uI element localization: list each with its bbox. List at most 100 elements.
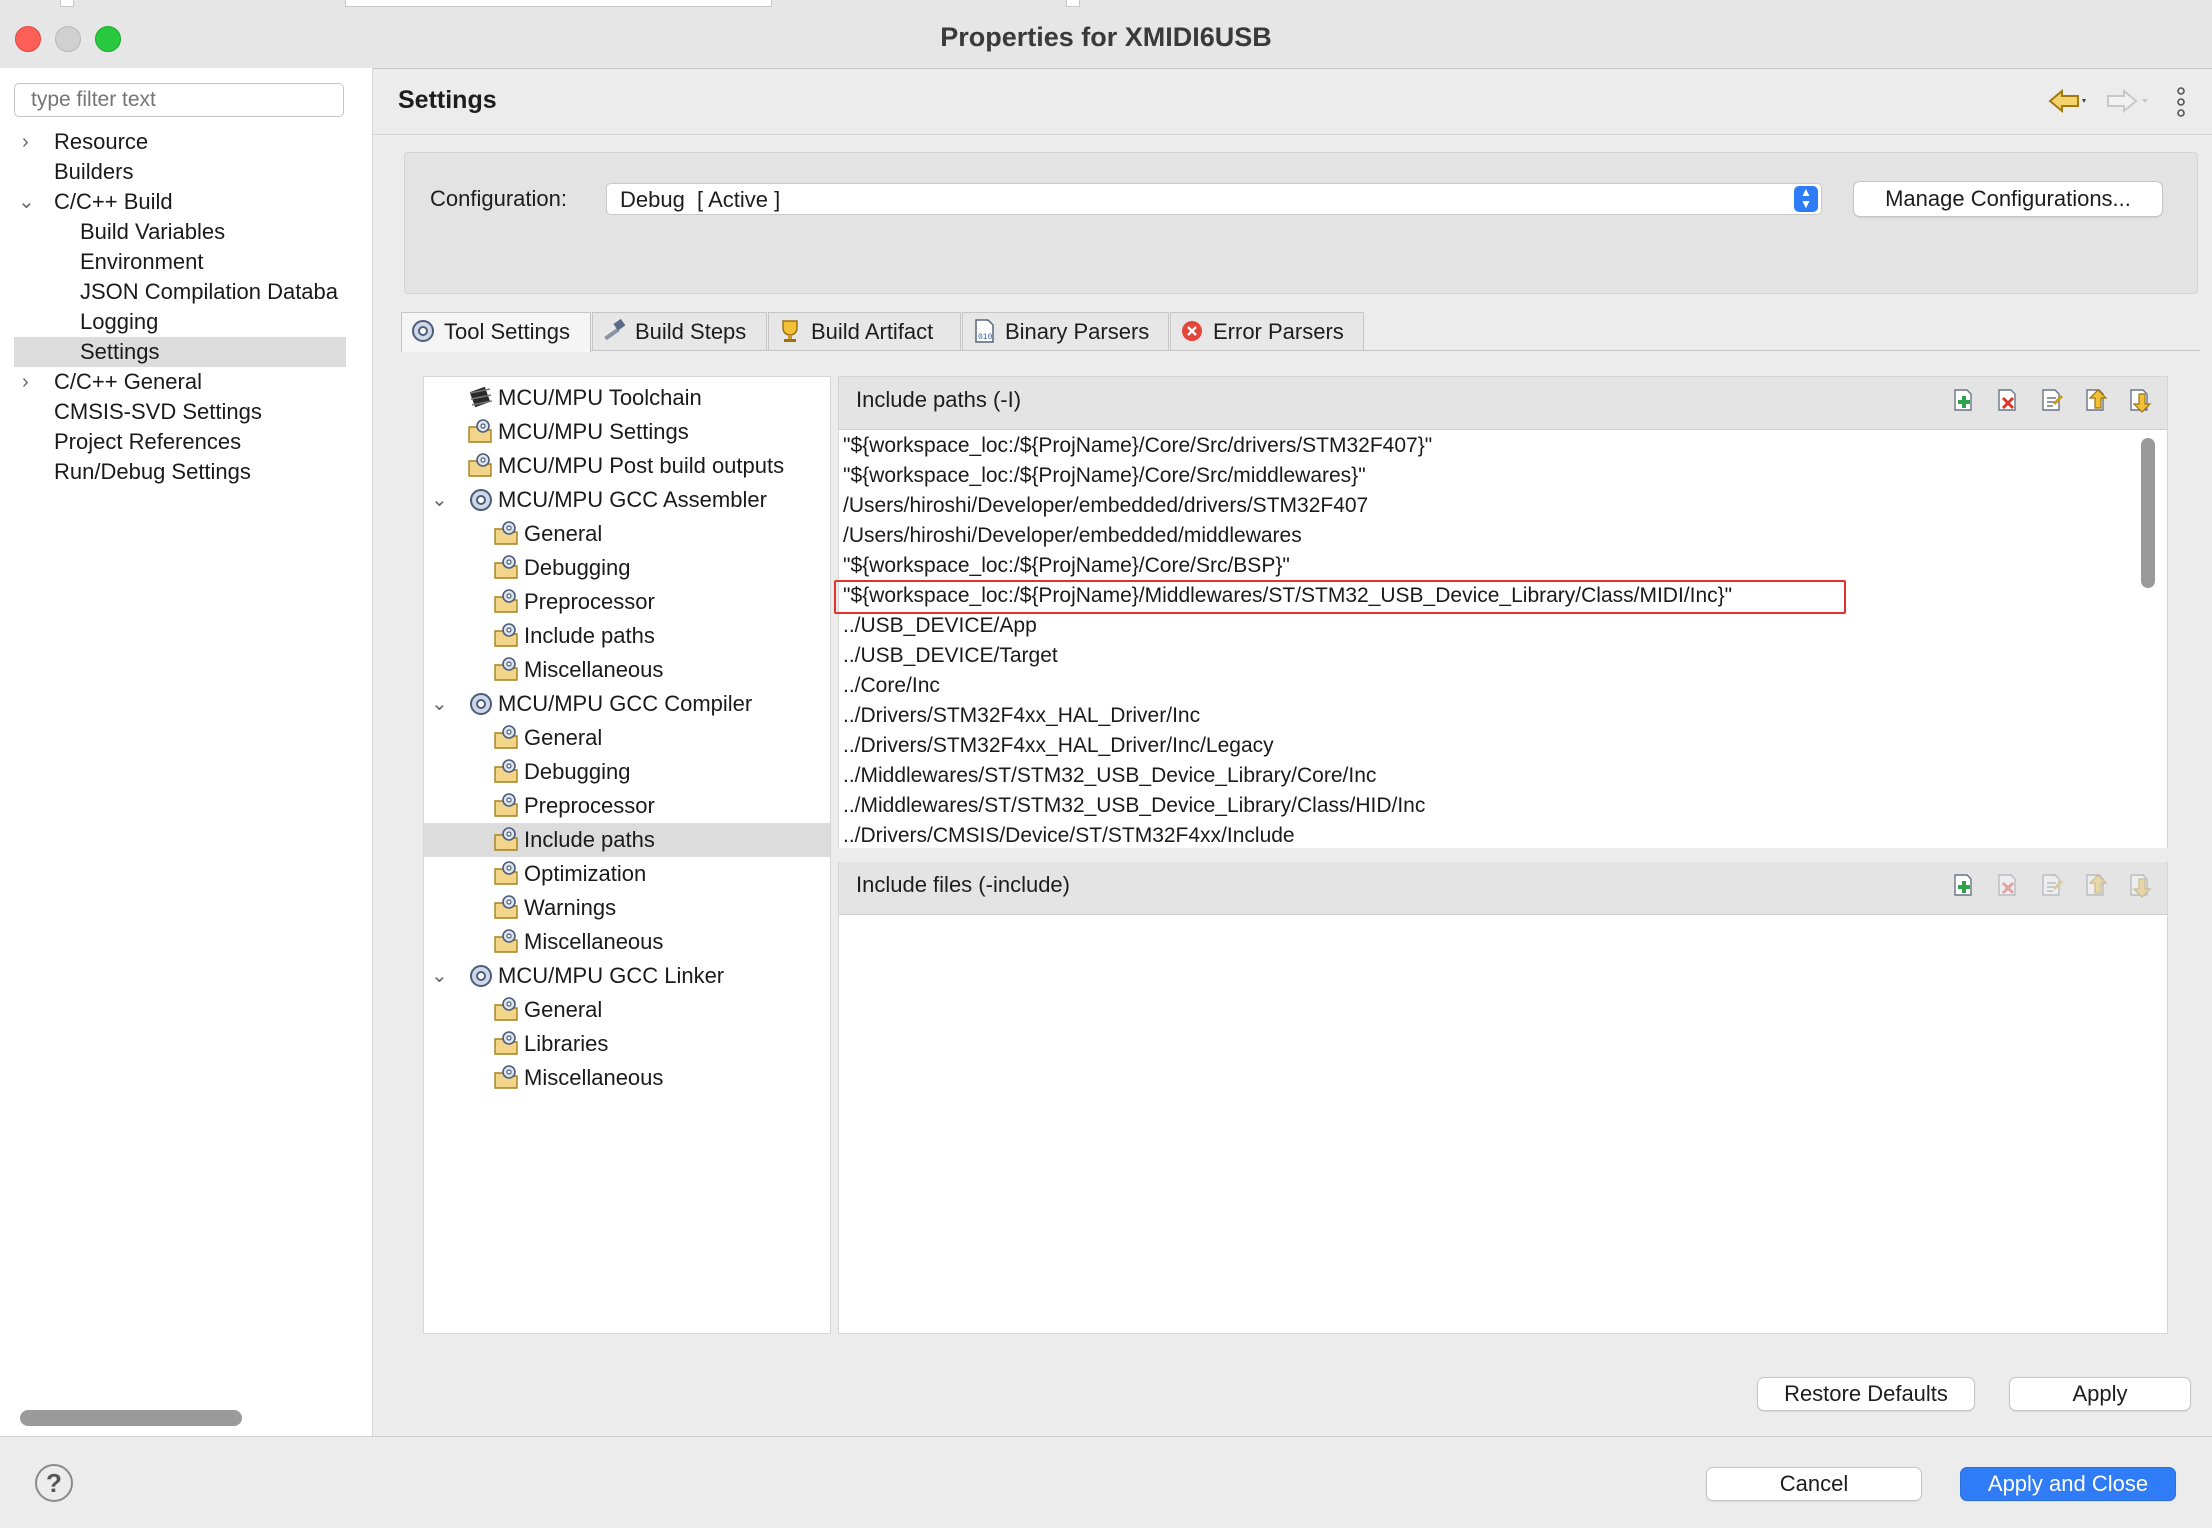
gear-icon	[466, 691, 498, 716]
forward-button[interactable]	[2104, 86, 2150, 116]
tree-item[interactable]: MCU/MPU GCC Assembler	[466, 483, 767, 517]
apply-and-close-button[interactable]: Apply and Close	[1960, 1467, 2176, 1501]
tree-item[interactable]: Libraries	[492, 1027, 608, 1061]
chevron-down-icon[interactable]: ⌄	[431, 483, 448, 517]
include-path-item[interactable]: ../Drivers/CMSIS/Device/ST/STM32F4xx/Inc…	[843, 821, 1295, 851]
nav-item[interactable]: Run/Debug Settings	[54, 457, 251, 487]
include-path-item[interactable]: ../Core/Inc	[843, 671, 940, 701]
tree-item-label: MCU/MPU Toolchain	[498, 385, 702, 410]
move-up-button[interactable]	[2082, 386, 2110, 414]
tree-item[interactable]: Warnings	[492, 891, 616, 925]
background-window-fragment	[345, 0, 772, 7]
edit-button[interactable]	[2038, 871, 2066, 899]
add-button[interactable]	[1950, 386, 1978, 414]
tree-item-label: Debugging	[524, 555, 631, 580]
tree-item[interactable]: MCU/MPU GCC Linker	[466, 959, 724, 993]
tool-folder-icon	[492, 555, 524, 580]
tab-tool-settings[interactable]: Tool Settings	[401, 312, 591, 352]
tree-item-label: General	[524, 997, 603, 1022]
include-path-item[interactable]: ../Middlewares/ST/STM32_USB_Device_Libra…	[843, 791, 1425, 821]
tree-item[interactable]: MCU/MPU Post build outputs	[466, 449, 784, 483]
back-button[interactable]	[2046, 86, 2086, 116]
tab-binary-parsers[interactable]: 010 Binary Parsers	[962, 312, 1169, 350]
tree-item[interactable]: General	[492, 517, 602, 551]
filter-input[interactable]	[14, 83, 344, 117]
tree-item[interactable]: Optimization	[492, 857, 646, 891]
chevron-right-icon[interactable]: ›	[22, 127, 29, 157]
tab-label: Error Parsers	[1213, 319, 1344, 344]
include-files-list[interactable]	[839, 915, 2167, 1333]
delete-button[interactable]	[1994, 871, 2022, 899]
tree-item[interactable]: Preprocessor	[492, 585, 655, 619]
tree-item-label: Miscellaneous	[524, 929, 664, 954]
delete-button[interactable]	[1994, 386, 2022, 414]
tab-label: Build Artifact	[811, 319, 934, 344]
delete-icon	[1998, 389, 2016, 411]
include-path-item[interactable]: "${workspace_loc:/${ProjName}/Core/Src/d…	[843, 431, 1432, 461]
nav-item[interactable]: Resource	[54, 127, 148, 157]
chevron-down-icon[interactable]: ⌄	[431, 687, 448, 721]
tree-item[interactable]: Preprocessor	[492, 789, 655, 823]
move-down-button[interactable]	[2126, 386, 2154, 414]
more-options-button[interactable]	[2174, 86, 2188, 118]
tab-build-artifact[interactable]: Build Artifact	[768, 312, 961, 350]
include-paths-scrollbar-thumb[interactable]	[2141, 438, 2155, 588]
apply-button[interactable]: Apply	[2009, 1377, 2191, 1411]
gear-icon	[412, 320, 434, 343]
tree-item[interactable]: Debugging	[492, 755, 630, 789]
tool-folder-icon	[492, 1065, 524, 1090]
move-up-button[interactable]	[2082, 871, 2110, 899]
restore-defaults-button[interactable]: Restore Defaults	[1757, 1377, 1975, 1411]
tree-item[interactable]: Include paths	[492, 619, 655, 653]
tree-item[interactable]: Include paths	[492, 823, 655, 857]
tree-item[interactable]: General	[492, 721, 602, 755]
chevron-right-icon[interactable]: ›	[22, 367, 29, 397]
move-down-button[interactable]	[2126, 871, 2154, 899]
nav-item[interactable]: Project References	[54, 427, 241, 457]
add-button[interactable]	[1950, 871, 1978, 899]
tree-item[interactable]: MCU/MPU Toolchain	[466, 381, 702, 415]
configuration-select[interactable]	[606, 183, 1822, 215]
tree-item[interactable]: Miscellaneous	[492, 1061, 663, 1095]
include-path-item[interactable]: /Users/hiroshi/Developer/embedded/driver…	[843, 491, 1368, 521]
manage-configurations-button[interactable]: Manage Configurations...	[1853, 181, 2163, 217]
include-path-item[interactable]: "${workspace_loc:/${ProjName}/Core/Src/B…	[843, 551, 1290, 581]
include-path-item[interactable]: "${workspace_loc:/${ProjName}/Core/Src/m…	[843, 461, 1366, 491]
include-path-item[interactable]: ../USB_DEVICE/App	[843, 611, 1037, 641]
tree-item[interactable]: MCU/MPU Settings	[466, 415, 689, 449]
tree-item[interactable]: General	[492, 993, 602, 1027]
nav-item[interactable]: CMSIS-SVD Settings	[54, 397, 262, 427]
tree-item-label: General	[524, 521, 603, 546]
tree-item-label: MCU/MPU Post build outputs	[498, 453, 785, 478]
edit-button[interactable]	[2038, 386, 2066, 414]
horizontal-scrollbar-thumb[interactable]	[20, 1410, 242, 1426]
include-path-item[interactable]: ../Drivers/STM32F4xx_HAL_Driver/Inc	[843, 701, 1200, 731]
help-icon[interactable]: ?	[35, 1464, 73, 1502]
tool-folder-icon	[492, 589, 524, 614]
nav-item[interactable]: Build Variables	[80, 217, 225, 247]
nav-item[interactable]: Logging	[80, 307, 158, 337]
tab-build-steps[interactable]: Build Steps	[592, 312, 767, 350]
include-path-item[interactable]: /Users/hiroshi/Developer/embedded/middle…	[843, 521, 1302, 551]
tree-item[interactable]: Miscellaneous	[492, 925, 663, 959]
tree-item[interactable]: MCU/MPU GCC Compiler	[466, 687, 752, 721]
nav-item[interactable]: Settings	[80, 337, 160, 367]
nav-item[interactable]: C/C++ General	[54, 367, 202, 397]
chevron-down-icon[interactable]: ⌄	[431, 959, 448, 993]
nav-item[interactable]: Environment	[80, 247, 204, 277]
tab-error-parsers[interactable]: Error Parsers	[1170, 312, 1364, 350]
cancel-button[interactable]: Cancel	[1706, 1467, 1922, 1501]
include-path-item[interactable]: ../USB_DEVICE/Target	[843, 641, 1058, 671]
tree-item-label: Preprocessor	[524, 793, 655, 818]
nav-item[interactable]: C/C++ Build	[54, 187, 173, 217]
add-icon	[1954, 874, 1972, 896]
tree-item[interactable]: Debugging	[492, 551, 630, 585]
include-path-item[interactable]: ../Middlewares/ST/STM32_USB_Device_Libra…	[843, 761, 1376, 791]
nav-item[interactable]: JSON Compilation Databa	[80, 277, 338, 307]
background-window-fragment	[60, 0, 74, 7]
include-path-item[interactable]: ../Drivers/STM32F4xx_HAL_Driver/Inc/Lega…	[843, 731, 1274, 761]
nav-item[interactable]: Builders	[54, 157, 133, 187]
select-stepper-icon: ▲ ▼	[1794, 186, 1818, 212]
tree-item[interactable]: Miscellaneous	[492, 653, 663, 687]
chevron-down-icon[interactable]: ⌄	[18, 187, 35, 217]
